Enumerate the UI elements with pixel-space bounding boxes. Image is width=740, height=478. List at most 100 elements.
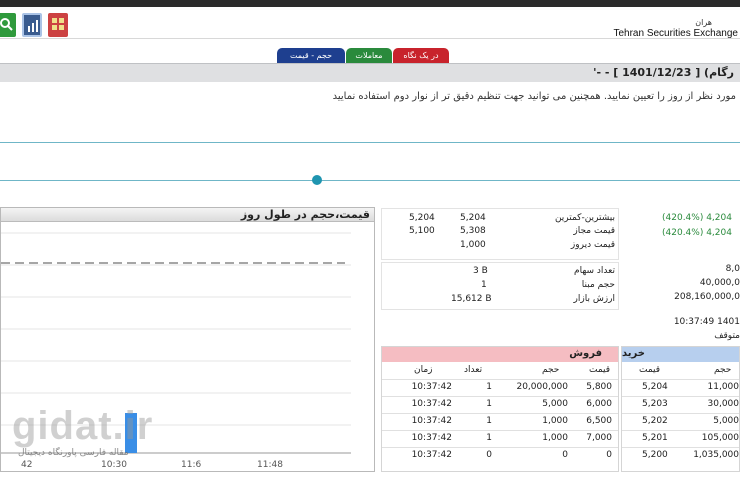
price-cell: 5,200	[642, 450, 668, 460]
value: 3 B	[473, 266, 488, 276]
price-cell: 6,500	[586, 416, 612, 426]
right-summary: (420.4%) 4,204 (420.4%) 4,204 8,0 40,000…	[620, 206, 740, 342]
col-header-volume: حجم	[714, 365, 732, 375]
volume-cell: 11,000	[707, 382, 740, 392]
summary-row: 1,000 قیمت دیروز	[381, 240, 619, 253]
label: قیمت دیروز	[570, 240, 615, 250]
row-divider	[382, 430, 618, 431]
value: 5,308	[460, 226, 486, 236]
search-icon[interactable]	[0, 13, 16, 37]
row-divider	[622, 413, 739, 414]
count-cell: 1	[486, 382, 492, 392]
time-cell: 10:37:42	[411, 416, 452, 426]
price-cell: 5,201	[642, 433, 668, 443]
count-cell: 1	[486, 416, 492, 426]
table-row: 5,201 105,000	[622, 433, 740, 445]
table-row: 6,000 5,000 1 10:37:42	[382, 399, 620, 411]
count-cell: 1	[486, 399, 492, 409]
last-update-time: 10:37:49 1401	[673, 317, 740, 327]
sell-panel-title: فروش	[569, 348, 602, 359]
col-header-price: قیمت	[589, 365, 611, 375]
price-cell: 6,000	[586, 399, 612, 409]
label: ارزش بازار	[573, 294, 615, 304]
volume-cell: 0	[562, 450, 568, 460]
time-cell: 10:37:42	[411, 382, 452, 392]
row-divider	[622, 379, 739, 380]
row-divider	[622, 430, 739, 431]
col-header-price: قیمت	[639, 365, 661, 375]
table-row: 7,000 1,000 1 10:37:42	[382, 433, 620, 445]
watermark-caption: مقاله فارسی پاورنگاه دیجیتال	[18, 448, 129, 458]
price-cell: 0	[606, 450, 612, 460]
col-header-time: زمان	[414, 365, 433, 375]
tab-trades[interactable]: معاملات	[346, 48, 392, 64]
price-cell: 5,204	[642, 382, 668, 392]
last-price-change: (420.4%) 4,204	[662, 213, 732, 223]
price-cell: 5,202	[642, 416, 668, 426]
volume-cell: 105,000	[701, 433, 739, 443]
summary-row: 15,612 B ارزش بازار	[381, 294, 619, 307]
buy-panel-header: خرید	[622, 347, 739, 362]
price-cell: 7,000	[586, 433, 612, 443]
count-cell: 1	[486, 433, 492, 443]
row-divider	[382, 379, 618, 380]
tab-overview[interactable]: در یک نگاه	[393, 48, 449, 64]
value: 1,000	[460, 240, 486, 250]
watermark: gidat.ir مقاله فارسی پاورنگاه دیجیتال	[12, 404, 272, 466]
time-cell: 10:37:42	[411, 399, 452, 409]
table-row: 5,202 5,000	[622, 416, 740, 428]
volume-cell: 5,000	[542, 399, 568, 409]
row-divider	[622, 447, 739, 448]
slider-handle[interactable]	[312, 175, 322, 185]
col-header-volume: حجم	[542, 365, 560, 375]
header: هران Tehran Securities Exchange	[0, 7, 740, 39]
value: 8,0	[725, 264, 740, 274]
volume-cell: 30,000	[707, 399, 740, 409]
table-row: 5,800 20,000,000 1 10:37:42	[382, 382, 620, 394]
col-header-count: تعداد	[464, 365, 483, 375]
volume-cell: 5,000	[713, 416, 739, 426]
table-row: 5,200 1,035,000	[622, 450, 740, 462]
value: 1	[481, 280, 487, 290]
value: 5,204	[409, 213, 435, 223]
buy-orders-panel: خرید قیمت حجم 5,204 11,000 5,203 30,000 5,20…	[621, 346, 740, 472]
grid-icon[interactable]	[48, 13, 68, 37]
chart-icon[interactable]	[22, 13, 42, 37]
value: 40,000,0	[699, 278, 740, 288]
volume-cell: 20,000,000	[516, 382, 568, 392]
table-row: 0 0 0 10:37:42	[382, 450, 620, 462]
time-cell: 10:37:42	[411, 450, 452, 460]
chart-title: قیمت،حجم در طول روز	[240, 208, 370, 221]
table-row: 5,204 11,000	[622, 382, 740, 394]
table-row: 6,500 1,000 1 10:37:42	[382, 416, 620, 428]
fine-slider-track[interactable]	[0, 180, 740, 181]
label: تعداد سهام	[574, 266, 615, 276]
value: 208,160,000,0	[674, 292, 740, 302]
tab-volume-price[interactable]: حجم - قیمت	[277, 48, 345, 64]
buy-panel-title: خرید	[622, 348, 645, 359]
table-row: 5,203 30,000	[622, 399, 740, 411]
brand-name-fa: هران	[695, 18, 712, 27]
sell-panel-header: فروش	[382, 347, 618, 362]
row-divider	[382, 396, 618, 397]
watermark-logo-text: gidat.ir	[12, 404, 154, 448]
label: قیمت مجاز	[573, 226, 615, 236]
label: حجم مبنا	[581, 280, 615, 290]
volume-cell: 1,000	[542, 416, 568, 426]
brand-name-en: Tehran Securities Exchange	[613, 28, 738, 39]
row-divider	[622, 396, 739, 397]
range-slider-track[interactable]	[0, 142, 740, 143]
row-divider	[382, 413, 618, 414]
label: بیشترین-کمترین	[554, 213, 615, 223]
volume-cell: 1,035,000	[693, 450, 739, 460]
row-divider	[382, 447, 618, 448]
value: 5,204	[460, 213, 486, 223]
time-cell: 10:37:42	[411, 433, 452, 443]
summary-row: 3 B تعداد سهام	[381, 266, 619, 279]
volume-cell: 1,000	[542, 433, 568, 443]
summary-panel: 5,204 5,204 بیشترین-کمترین 5,100 5,308 ق…	[381, 206, 619, 310]
price-cell: 5,203	[642, 399, 668, 409]
count-cell: 0	[486, 450, 492, 460]
status-badge: متوقف	[714, 331, 740, 341]
summary-row: 5,204 5,204 بیشترین-کمترین	[381, 213, 619, 226]
